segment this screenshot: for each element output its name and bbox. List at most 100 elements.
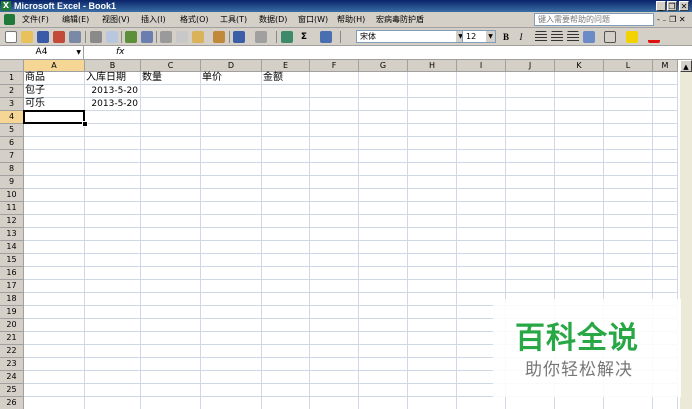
- cell-k14[interactable]: [555, 241, 604, 254]
- cell-g13[interactable]: [359, 228, 408, 241]
- cell-c23[interactable]: [141, 358, 201, 371]
- cell-g17[interactable]: [359, 280, 408, 293]
- cell-a14[interactable]: [24, 241, 85, 254]
- cell-a7[interactable]: [24, 150, 85, 163]
- row-header-10[interactable]: 10: [0, 189, 24, 202]
- cell-e10[interactable]: [262, 189, 310, 202]
- cell-b20[interactable]: [85, 319, 141, 332]
- cell-l2[interactable]: [604, 85, 653, 98]
- column-header-d[interactable]: D: [201, 60, 262, 72]
- cell-l6[interactable]: [604, 137, 653, 150]
- cell-g4[interactable]: [359, 111, 408, 124]
- copy-icon[interactable]: [176, 31, 188, 43]
- cell-k10[interactable]: [555, 189, 604, 202]
- cell-l10[interactable]: [604, 189, 653, 202]
- cell-a25[interactable]: [24, 384, 85, 397]
- menu-data[interactable]: 数据(D): [259, 14, 287, 26]
- cell-c9[interactable]: [141, 176, 201, 189]
- font-name-select[interactable]: 宋体 ▼: [356, 30, 466, 43]
- cell-e20[interactable]: [262, 319, 310, 332]
- cell-e25[interactable]: [262, 384, 310, 397]
- cell-g22[interactable]: [359, 345, 408, 358]
- cell-l12[interactable]: [604, 215, 653, 228]
- save-icon[interactable]: [37, 31, 49, 43]
- cell-i3[interactable]: [457, 98, 506, 111]
- cell-f15[interactable]: [310, 254, 359, 267]
- menu-file[interactable]: 文件(F): [22, 14, 49, 26]
- cell-b18[interactable]: [85, 293, 141, 306]
- menu-help[interactable]: 帮助(H): [337, 14, 365, 26]
- cell-c7[interactable]: [141, 150, 201, 163]
- cell-e15[interactable]: [262, 254, 310, 267]
- cell-h21[interactable]: [408, 332, 457, 345]
- cell-e13[interactable]: [262, 228, 310, 241]
- cell-d11[interactable]: [201, 202, 262, 215]
- close-button[interactable]: ✕: [679, 1, 689, 11]
- cell-i6[interactable]: [457, 137, 506, 150]
- cell-m6[interactable]: [653, 137, 678, 150]
- cell-h19[interactable]: [408, 306, 457, 319]
- cell-h17[interactable]: [408, 280, 457, 293]
- cell-c17[interactable]: [141, 280, 201, 293]
- column-header-g[interactable]: G: [359, 60, 408, 72]
- doc-window-controls[interactable]: - ₋ ❐ ✕: [657, 14, 686, 26]
- cell-c11[interactable]: [141, 202, 201, 215]
- row-header-4[interactable]: 4: [0, 111, 24, 124]
- cell-f18[interactable]: [310, 293, 359, 306]
- paste-icon[interactable]: [192, 31, 204, 43]
- cell-g10[interactable]: [359, 189, 408, 202]
- cell-a8[interactable]: [24, 163, 85, 176]
- cell-m8[interactable]: [653, 163, 678, 176]
- print-preview-icon[interactable]: [106, 31, 118, 43]
- cell-g23[interactable]: [359, 358, 408, 371]
- cell-m26[interactable]: [653, 397, 678, 409]
- cell-k17[interactable]: [555, 280, 604, 293]
- vertical-scrollbar[interactable]: ▲: [680, 60, 692, 409]
- cell-c21[interactable]: [141, 332, 201, 345]
- cell-k26[interactable]: [555, 397, 604, 409]
- cell-j7[interactable]: [506, 150, 555, 163]
- cell-c25[interactable]: [141, 384, 201, 397]
- cell-h9[interactable]: [408, 176, 457, 189]
- cell-b15[interactable]: [85, 254, 141, 267]
- cell-g7[interactable]: [359, 150, 408, 163]
- cell-d15[interactable]: [201, 254, 262, 267]
- font-color-icon[interactable]: [648, 31, 660, 43]
- cell-k7[interactable]: [555, 150, 604, 163]
- cell-h4[interactable]: [408, 111, 457, 124]
- cell-j1[interactable]: [506, 72, 555, 85]
- cell-b14[interactable]: [85, 241, 141, 254]
- cell-a22[interactable]: [24, 345, 85, 358]
- cell-h2[interactable]: [408, 85, 457, 98]
- cell-h22[interactable]: [408, 345, 457, 358]
- cell-b1[interactable]: 入库日期: [85, 72, 141, 85]
- cell-l9[interactable]: [604, 176, 653, 189]
- cell-k11[interactable]: [555, 202, 604, 215]
- cell-b9[interactable]: [85, 176, 141, 189]
- cell-d3[interactable]: [201, 98, 262, 111]
- cell-l5[interactable]: [604, 124, 653, 137]
- cell-f6[interactable]: [310, 137, 359, 150]
- cell-h6[interactable]: [408, 137, 457, 150]
- cell-g19[interactable]: [359, 306, 408, 319]
- cell-m15[interactable]: [653, 254, 678, 267]
- cell-l11[interactable]: [604, 202, 653, 215]
- cell-b19[interactable]: [85, 306, 141, 319]
- row-header-15[interactable]: 15: [0, 254, 24, 267]
- align-center-icon[interactable]: [551, 31, 563, 43]
- cell-i15[interactable]: [457, 254, 506, 267]
- cell-c26[interactable]: [141, 397, 201, 409]
- cell-f11[interactable]: [310, 202, 359, 215]
- cell-f25[interactable]: [310, 384, 359, 397]
- help-question-input[interactable]: 键入需要帮助的问题: [534, 13, 654, 26]
- cell-h5[interactable]: [408, 124, 457, 137]
- cell-g2[interactable]: [359, 85, 408, 98]
- cell-j2[interactable]: [506, 85, 555, 98]
- cell-g18[interactable]: [359, 293, 408, 306]
- cell-f14[interactable]: [310, 241, 359, 254]
- cell-b23[interactable]: [85, 358, 141, 371]
- cell-a17[interactable]: [24, 280, 85, 293]
- cell-i4[interactable]: [457, 111, 506, 124]
- cell-c13[interactable]: [141, 228, 201, 241]
- row-header-5[interactable]: 5: [0, 124, 24, 137]
